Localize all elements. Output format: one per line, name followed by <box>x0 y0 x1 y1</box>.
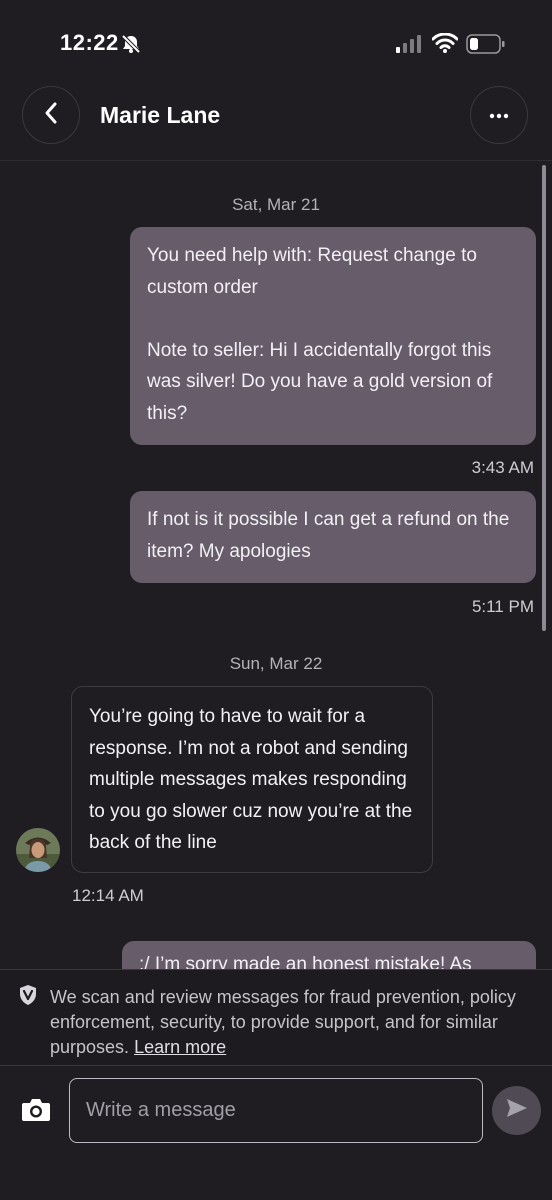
send-icon <box>506 1098 528 1123</box>
more-horizontal-icon <box>489 106 509 124</box>
notice-text: We scan and review messages for fraud pr… <box>50 985 536 1060</box>
outgoing-message: If not is it possible I can get a refund… <box>130 491 536 583</box>
message-input[interactable] <box>69 1078 483 1143</box>
outgoing-message: You need help with: Request change to cu… <box>130 227 536 445</box>
message-timestamp: 3:43 AM <box>471 458 534 477</box>
scrollbar[interactable] <box>542 165 546 631</box>
message-timestamp: 5:11 PM <box>471 597 534 616</box>
chevron-left-icon <box>42 101 60 130</box>
camera-button[interactable] <box>18 1094 54 1130</box>
wifi-icon <box>431 32 459 58</box>
status-time: 12:22 <box>60 30 119 55</box>
message-text: You need help with: Request change to cu… <box>147 245 493 424</box>
back-button[interactable] <box>22 86 80 144</box>
contact-name[interactable]: Marie Lane <box>100 102 220 129</box>
shield-icon <box>18 984 38 1011</box>
battery-icon <box>466 34 506 59</box>
cellular-signal-icon <box>396 35 422 58</box>
contact-avatar[interactable] <box>16 828 60 872</box>
message-text: If not is it possible I can get a refund… <box>147 509 510 562</box>
message-composer <box>0 1066 552 1200</box>
incoming-message: You’re going to have to wait for a respo… <box>71 686 433 873</box>
send-button[interactable] <box>492 1086 541 1135</box>
more-options-button[interactable] <box>470 86 528 144</box>
safety-notice: We scan and review messages for fraud pr… <box>0 969 552 1066</box>
message-text: You’re going to have to wait for a respo… <box>89 706 413 853</box>
status-bar: 12:22 <box>0 0 552 80</box>
learn-more-link[interactable]: Learn more <box>134 1037 226 1057</box>
date-separator: Sat, Mar 21 <box>232 195 320 214</box>
bell-slash-icon <box>120 34 142 59</box>
camera-icon <box>21 1097 51 1128</box>
message-timestamp: 12:14 AM <box>72 886 144 905</box>
notice-body: We scan and review messages for fraud pr… <box>50 987 516 1057</box>
conversation-header: Marie Lane <box>0 80 552 161</box>
date-separator: Sun, Mar 22 <box>229 654 323 673</box>
